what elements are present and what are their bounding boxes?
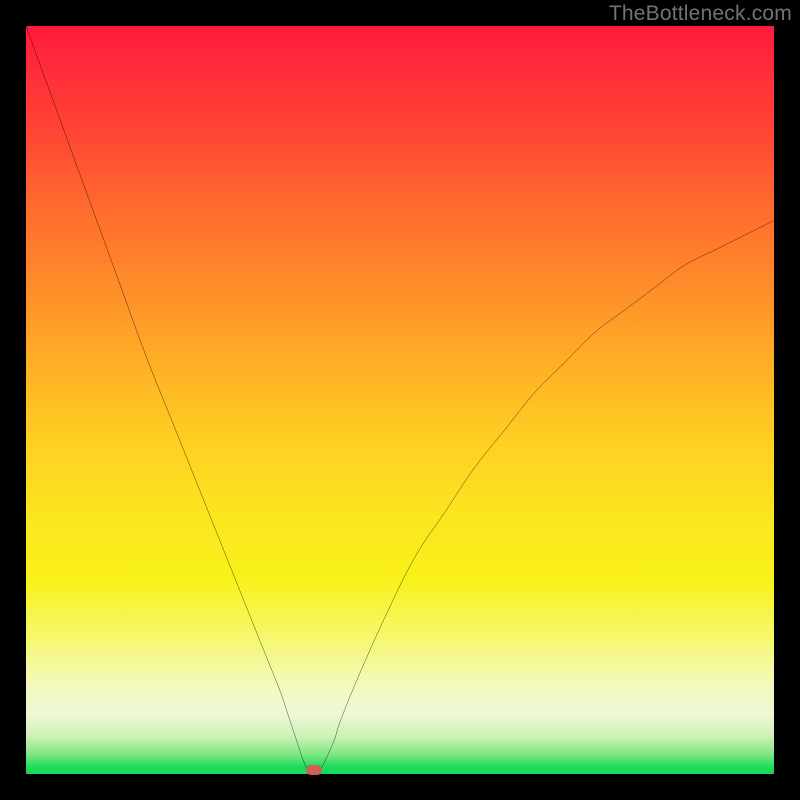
bottleneck-curve — [26, 26, 774, 774]
chart-frame: TheBottleneck.com — [0, 0, 800, 800]
watermark-text: TheBottleneck.com — [609, 2, 792, 26]
plot-area — [26, 26, 774, 774]
curve-svg — [26, 26, 774, 774]
optimum-marker — [306, 765, 322, 775]
